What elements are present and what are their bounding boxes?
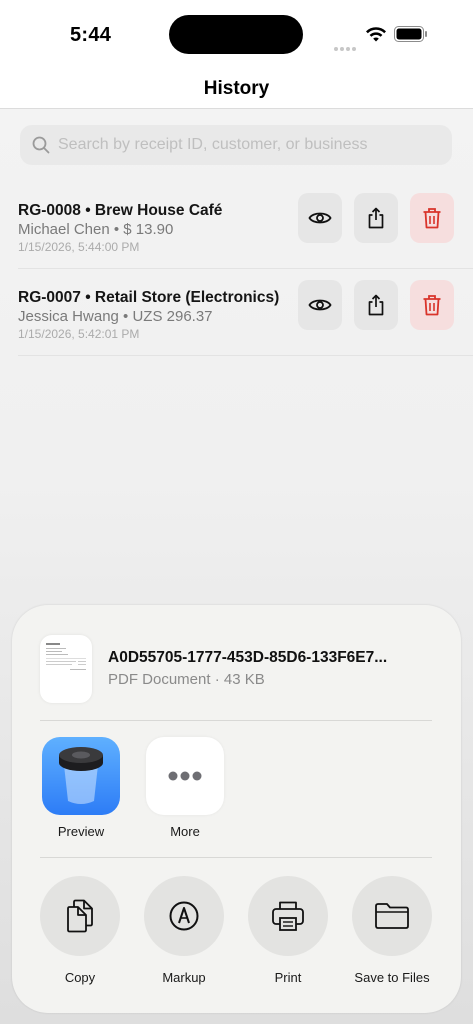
cellular-signal-icon — [334, 38, 360, 51]
print-button[interactable]: Print — [246, 876, 330, 985]
receipt-row[interactable]: RG-0008 • Brew House Café Michael Chen •… — [0, 193, 473, 286]
wifi-icon — [366, 27, 386, 42]
page-title: History — [203, 78, 270, 99]
document-thumbnail — [40, 635, 92, 703]
divider — [40, 857, 432, 858]
folder-icon — [375, 903, 409, 929]
row-divider — [18, 268, 473, 269]
save-to-files-button[interactable]: Save to Files — [350, 876, 434, 985]
search-bar[interactable] — [20, 125, 452, 165]
trash-icon — [423, 208, 441, 229]
preview-app-button[interactable]: Preview — [41, 737, 121, 839]
receipt-customer-amount: Jessica Hwang • UZS 296.37 — [18, 308, 213, 325]
eye-icon — [308, 299, 332, 311]
markup-button[interactable]: Markup — [142, 876, 226, 985]
more-icon — [146, 737, 224, 815]
view-button[interactable] — [298, 193, 342, 243]
receipt-customer-amount: Michael Chen • $ 13.90 — [18, 221, 174, 238]
share-button[interactable] — [354, 193, 398, 243]
pdf-preview-icon — [46, 643, 86, 670]
status-time: 5:44 — [70, 24, 112, 46]
copy-icon — [67, 899, 93, 933]
share-sheet: A0D55705-1777-453D-85D6-133F6E7... PDF D… — [12, 605, 461, 1013]
eye-icon — [308, 212, 332, 224]
receipt-date: 1/15/2026, 5:42:01 PM — [18, 327, 140, 341]
battery-icon — [394, 26, 427, 42]
share-button[interactable] — [354, 280, 398, 330]
receipt-row[interactable]: RG-0007 • Retail Store (Electronics) Jes… — [0, 280, 473, 373]
more-apps-button[interactable]: More — [145, 737, 225, 839]
view-button[interactable] — [298, 280, 342, 330]
print-icon — [272, 901, 304, 931]
markup-icon — [169, 901, 199, 931]
divider — [40, 720, 432, 721]
share-icon — [368, 294, 384, 316]
search-icon — [32, 136, 50, 154]
dynamic-island — [169, 15, 303, 54]
delete-button[interactable] — [410, 280, 454, 330]
preview-app-icon — [42, 737, 120, 815]
action-label: Markup — [162, 970, 206, 985]
file-meta: PDF Document · 43 KB — [108, 671, 265, 688]
action-label: Save to Files — [354, 970, 430, 985]
receipt-title: RG-0008 • Brew House Café — [18, 202, 223, 219]
search-input[interactable] — [58, 125, 438, 165]
app-label: More — [170, 824, 200, 839]
trash-icon — [423, 295, 441, 316]
delete-button[interactable] — [410, 193, 454, 243]
row-divider — [18, 355, 473, 356]
action-label: Print — [274, 970, 302, 985]
receipt-title: RG-0007 • Retail Store (Electronics) — [18, 289, 280, 306]
action-label: Copy — [64, 970, 96, 985]
navigation-bar: History — [0, 70, 473, 109]
file-name: A0D55705-1777-453D-85D6-133F6E7... — [108, 649, 388, 666]
status-bar: 5:44 — [0, 0, 473, 70]
receipt-date: 1/15/2026, 5:44:00 PM — [18, 240, 140, 254]
app-label: Preview — [57, 824, 105, 839]
copy-button[interactable]: Copy — [38, 876, 122, 985]
share-icon — [368, 207, 384, 229]
